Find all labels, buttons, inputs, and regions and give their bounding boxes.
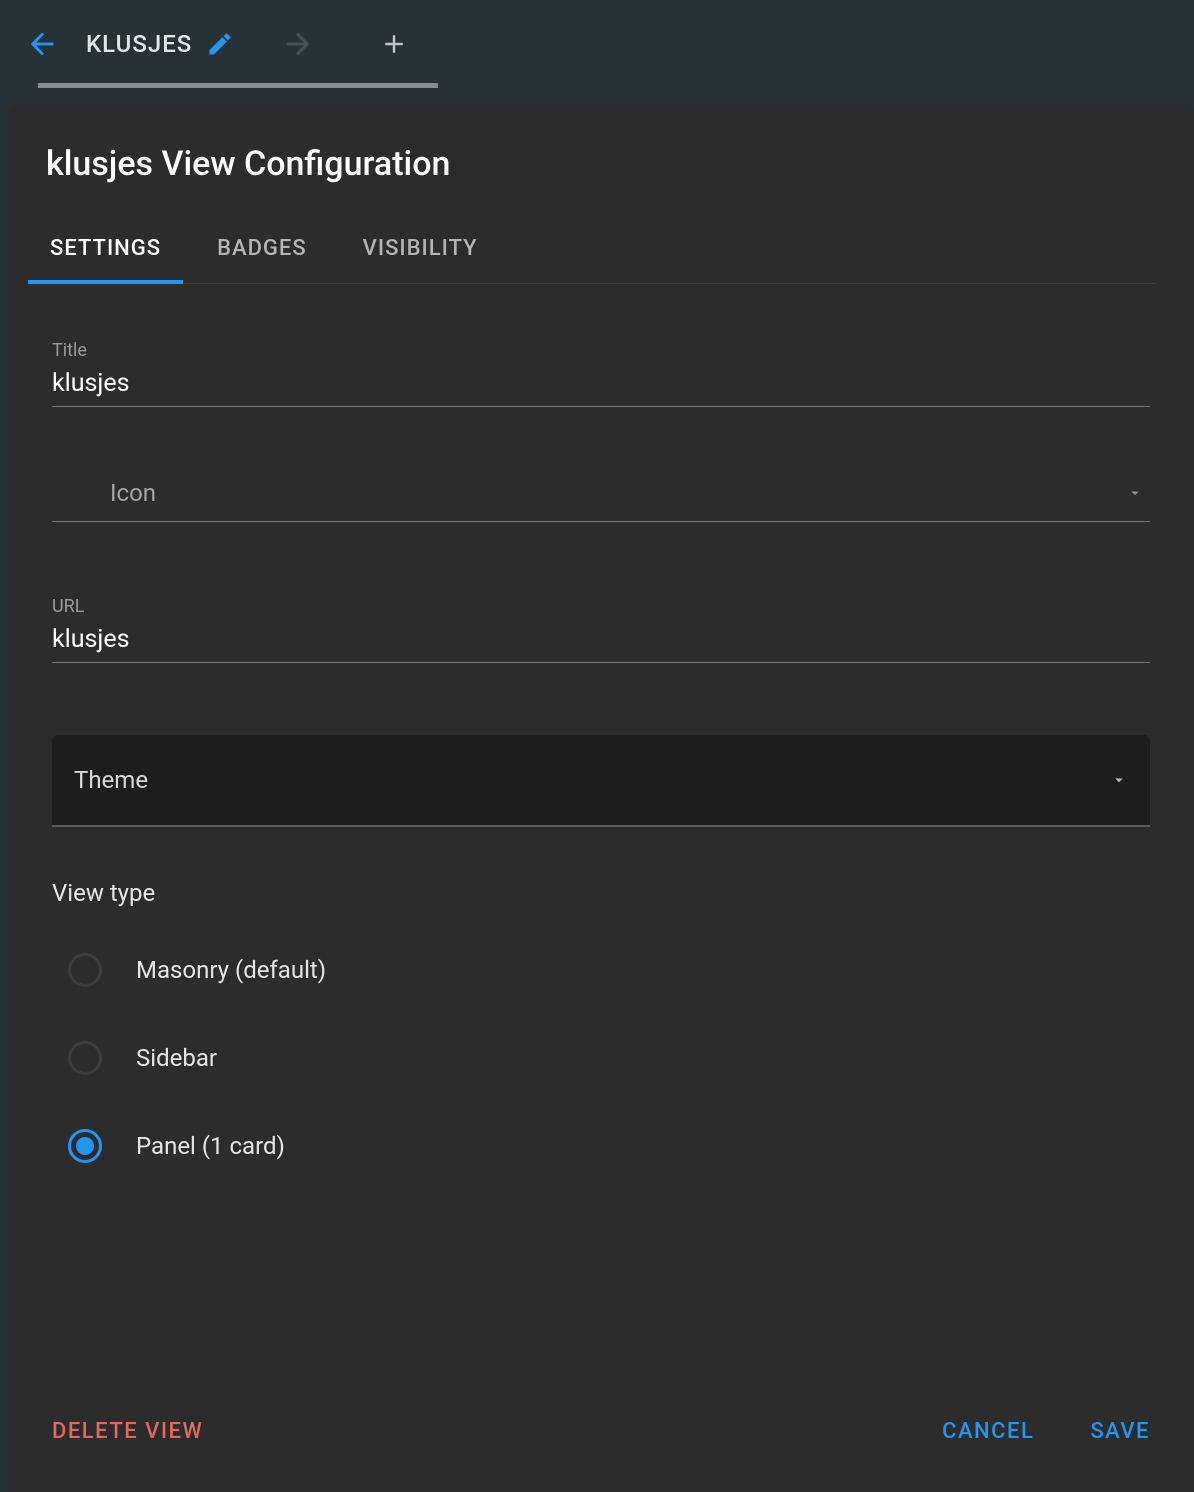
icon-label: Icon: [110, 479, 1126, 507]
icon-field[interactable]: Icon: [52, 479, 1150, 522]
view-config-dialog: klusjes View Configuration SETTINGS BADG…: [8, 104, 1194, 1492]
dialog-tabs: SETTINGS BADGES VISIBILITY: [46, 228, 1156, 284]
dialog-title: klusjes View Configuration: [46, 144, 1156, 184]
view-type-option-panel[interactable]: Panel (1 card): [52, 1117, 1150, 1175]
tab-visibility[interactable]: VISIBILITY: [359, 228, 482, 283]
tab-indicator: [38, 83, 438, 88]
plus-icon: [379, 29, 409, 59]
title-field: Title: [52, 340, 1150, 407]
next-button: [274, 20, 322, 68]
back-button[interactable]: [18, 20, 66, 68]
dialog-actions: DELETE VIEW CANCEL SAVE: [46, 1409, 1156, 1454]
theme-label: Theme: [74, 766, 1110, 794]
radio-label: Panel (1 card): [136, 1132, 285, 1160]
delete-view-button[interactable]: DELETE VIEW: [46, 1409, 209, 1454]
app-bar: KLUSJES: [0, 0, 1194, 88]
title-input[interactable]: [52, 367, 1150, 400]
chevron-down-icon: [1110, 771, 1128, 789]
radio-icon: [68, 1041, 102, 1075]
tab-settings[interactable]: SETTINGS: [46, 228, 165, 283]
arrow-right-icon: [281, 27, 315, 61]
tab-badges[interactable]: BADGES: [213, 228, 311, 283]
title-label: Title: [52, 340, 1150, 361]
url-label: URL: [52, 596, 1150, 617]
url-field: URL: [52, 596, 1150, 663]
radio-icon: [68, 953, 102, 987]
add-view-button[interactable]: [370, 20, 418, 68]
url-input[interactable]: [52, 623, 1150, 656]
view-type-heading: View type: [52, 879, 1150, 907]
arrow-left-icon: [25, 27, 59, 61]
radio-icon: [68, 1129, 102, 1163]
view-tab[interactable]: KLUSJES: [74, 0, 246, 88]
pencil-icon: [206, 30, 234, 58]
view-tab-label: KLUSJES: [86, 30, 192, 58]
theme-select[interactable]: Theme: [52, 735, 1150, 827]
cancel-button[interactable]: CANCEL: [936, 1409, 1040, 1454]
radio-label: Sidebar: [136, 1044, 217, 1072]
view-type-option-masonry[interactable]: Masonry (default): [52, 941, 1150, 999]
view-type-option-sidebar[interactable]: Sidebar: [52, 1029, 1150, 1087]
save-button[interactable]: SAVE: [1084, 1409, 1156, 1454]
radio-label: Masonry (default): [136, 956, 326, 984]
chevron-down-icon: [1126, 484, 1144, 502]
